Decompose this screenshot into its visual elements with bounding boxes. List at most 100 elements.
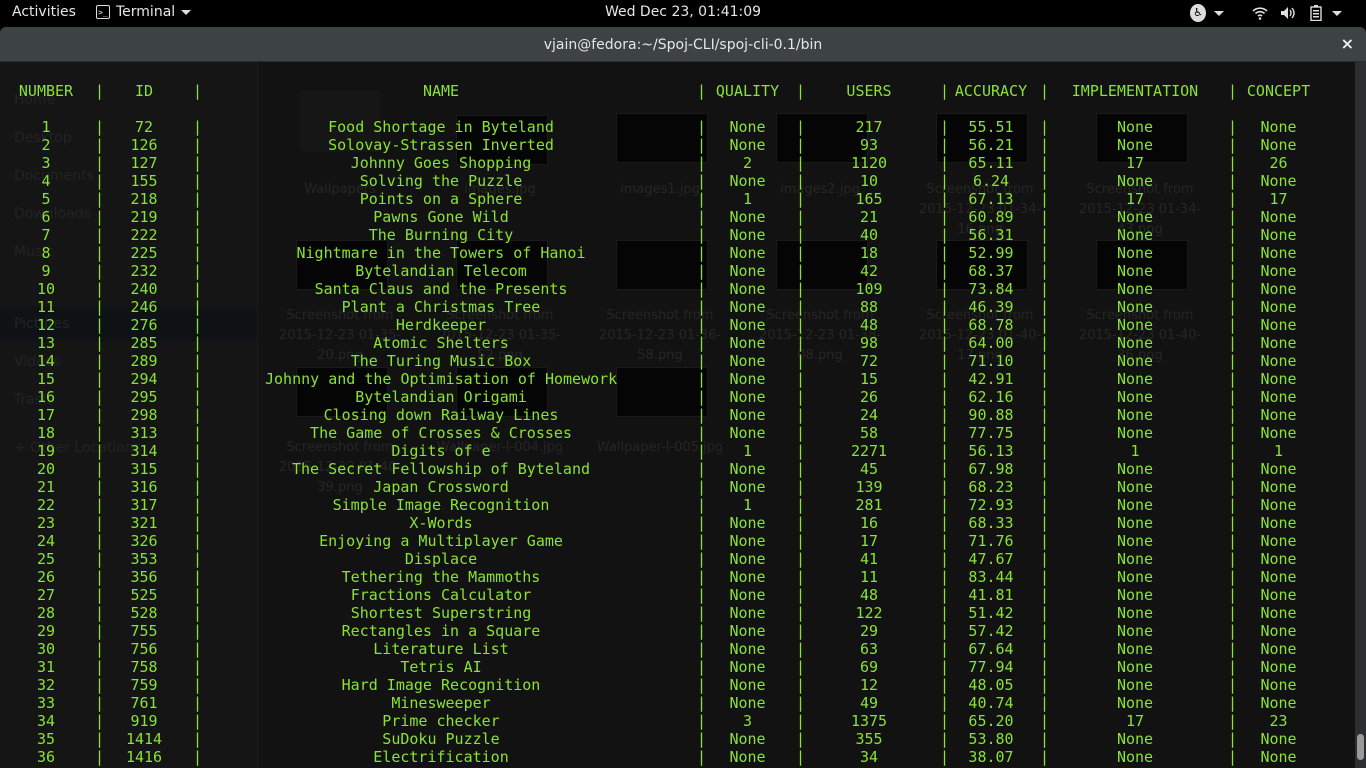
window-title: vjain@fedora:~/Spoj-CLI/spoj-cli-0.1/bin — [543, 37, 823, 53]
table-cell: 315 — [130, 460, 158, 478]
table-cell: None — [729, 460, 766, 478]
column-separator: | — [796, 694, 806, 712]
table-cell: None — [1116, 676, 1154, 694]
column-separator: | — [940, 424, 950, 442]
column-separator: | — [697, 118, 707, 136]
table-row: 29 755 Rectangles in a Square None 29 57.42 No… — [0, 622, 1355, 640]
column-separator: | — [193, 748, 203, 766]
close-button[interactable]: × — [1341, 34, 1354, 53]
table-cell: None — [729, 730, 766, 748]
table-cell: 45 — [859, 460, 879, 478]
table-cell: 17 — [1125, 712, 1145, 730]
scrollbar[interactable] — [1355, 62, 1366, 768]
column-separator: | — [697, 388, 707, 406]
table-cell: 30 — [36, 640, 56, 658]
column-separator: | — [1228, 478, 1238, 496]
activities-button[interactable]: Activities — [12, 4, 76, 20]
terminal-output[interactable]: Home Desktop Documents Downloads Music P… — [0, 62, 1355, 768]
column-separator: | — [1228, 730, 1238, 748]
column-separator: | — [1040, 370, 1050, 388]
table-cell: 65.11 — [968, 154, 1014, 172]
column-separator: | — [1228, 370, 1238, 388]
table-row: 30 756 Literature List None 63 67.64 None None |… — [0, 640, 1355, 658]
volume-icon — [1280, 4, 1296, 22]
column-separator: | — [95, 532, 105, 550]
column-separator: | — [1228, 334, 1238, 352]
column-separator: | — [1040, 658, 1050, 676]
table-row: 27 525 Fractions Calculator None 48 41.81 None… — [0, 586, 1355, 604]
column-separator: | — [1228, 352, 1238, 370]
table-cell: Johnny Goes Shopping — [350, 154, 532, 172]
table-cell: 63 — [859, 640, 879, 658]
column-separator: | — [193, 586, 203, 604]
column-separator: | — [193, 388, 203, 406]
column-separator: | — [697, 748, 707, 766]
table-cell: None — [1260, 316, 1297, 334]
column-separator: | — [697, 352, 707, 370]
column-separator: | — [1228, 460, 1238, 478]
table-cell: 77.94 — [968, 658, 1014, 676]
column-separator: | — [1228, 262, 1238, 280]
table-cell: Electrification — [373, 748, 509, 766]
system-tray[interactable]: ♿ — [1190, 4, 1342, 22]
accessibility-icon[interactable]: ♿ — [1190, 4, 1206, 22]
table-cell: None — [729, 316, 766, 334]
column-separator: | — [796, 460, 806, 478]
table-cell: 62.16 — [968, 388, 1014, 406]
column-separator: | — [796, 658, 806, 676]
column-header: NUMBER — [18, 82, 74, 100]
title-bar[interactable]: vjain@fedora:~/Spoj-CLI/spoj-cli-0.1/bin… — [0, 27, 1366, 62]
column-separator: | — [940, 352, 950, 370]
column-separator: | — [796, 496, 806, 514]
scrollbar-thumb[interactable] — [1357, 734, 1364, 760]
table-cell: None — [729, 622, 766, 640]
table-cell: None — [1260, 496, 1297, 514]
table-cell: None — [1116, 604, 1154, 622]
table-cell: 246 — [130, 298, 158, 316]
table-cell: Japan Crossword — [373, 478, 509, 496]
table-cell: 165 — [855, 190, 883, 208]
table-cell: X-Words — [409, 514, 473, 532]
table-cell: None — [729, 514, 766, 532]
table-cell: None — [1260, 352, 1297, 370]
chevron-down-icon — [1214, 4, 1224, 22]
table-cell: Johnny and the Optimisation of Homework — [265, 370, 618, 388]
table-cell: Bytelandian Origami — [355, 388, 527, 406]
app-menu[interactable]: >_ Terminal — [96, 4, 192, 20]
column-separator: | — [1040, 352, 1050, 370]
column-separator: | — [796, 352, 806, 370]
table-cell: 33 — [36, 694, 56, 712]
column-separator: | — [95, 316, 105, 334]
column-separator: | — [1228, 676, 1238, 694]
column-separator: | — [95, 676, 105, 694]
table-cell: 758 — [130, 658, 158, 676]
column-separator: | — [193, 424, 203, 442]
table-cell: None — [1260, 262, 1297, 280]
column-separator: | — [1040, 442, 1050, 460]
table-cell: 31 — [36, 658, 56, 676]
column-separator: | — [95, 226, 105, 244]
column-separator: | — [193, 514, 203, 532]
column-separator: | — [796, 622, 806, 640]
clock[interactable]: Wed Dec 23, 01:41:09 — [605, 4, 761, 20]
table-cell: The Burning City — [368, 226, 514, 244]
table-cell: 10 — [36, 280, 56, 298]
table-cell: 68.23 — [968, 478, 1014, 496]
table-cell: 40.74 — [968, 694, 1014, 712]
table-cell: None — [1116, 388, 1154, 406]
table-cell: 139 — [855, 478, 883, 496]
column-separator: | — [193, 226, 203, 244]
column-separator: | — [697, 550, 707, 568]
table-cell: 217 — [855, 118, 883, 136]
column-separator: | — [1228, 208, 1238, 226]
column-separator: | — [95, 622, 105, 640]
table-cell: None — [729, 226, 766, 244]
column-separator: | — [796, 118, 806, 136]
table-cell: None — [729, 640, 766, 658]
table-row: 31 758 Tetris AI None 69 77.94 None None | | | | | | | — [0, 658, 1355, 676]
column-header: ID — [134, 82, 154, 100]
column-separator: | — [1228, 118, 1238, 136]
table-cell: 77.75 — [968, 424, 1014, 442]
table-cell: 65.20 — [968, 712, 1014, 730]
table-cell: 281 — [855, 496, 883, 514]
